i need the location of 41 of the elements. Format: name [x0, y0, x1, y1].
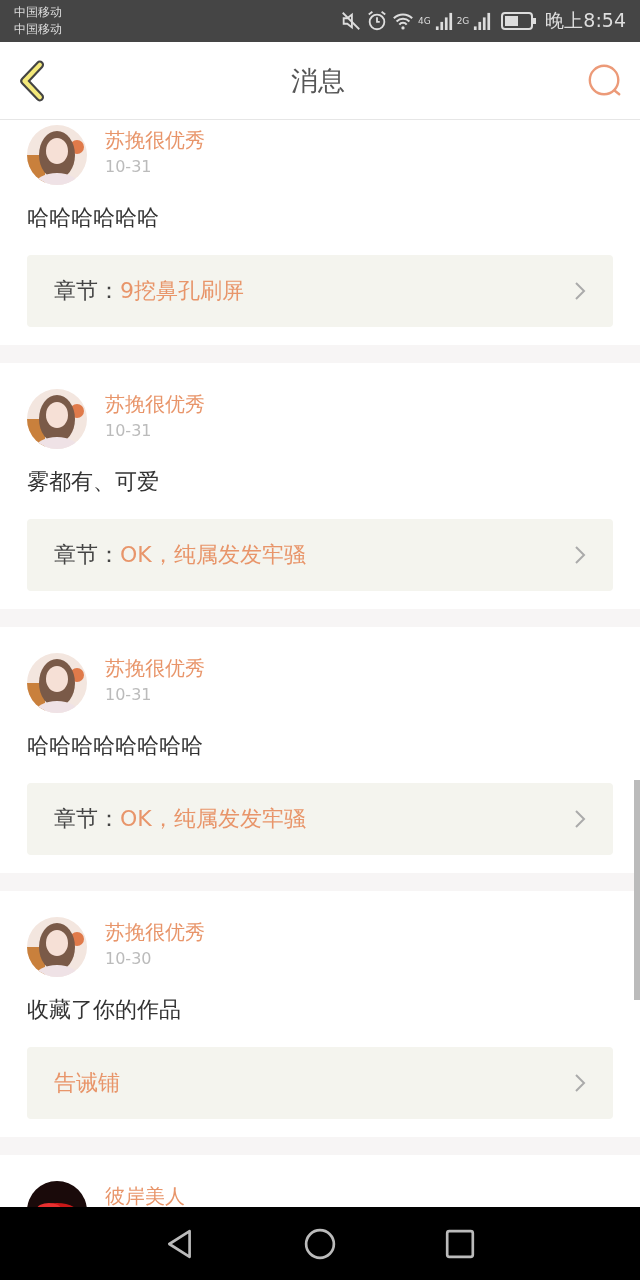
- carrier-name: 中国移动: [14, 21, 62, 38]
- user-name[interactable]: 苏挽很优秀: [105, 654, 205, 682]
- home-icon[interactable]: [304, 1227, 336, 1260]
- network-type: 4G: [417, 16, 431, 26]
- battery-icon: [501, 11, 538, 31]
- message-date: 10-31: [105, 156, 152, 178]
- chapter-link[interactable]: 章节：OK，纯属发发牢骚: [27, 519, 613, 591]
- recent-apps-icon[interactable]: [444, 1227, 476, 1260]
- message-text: 哈哈哈哈哈哈哈哈: [27, 732, 204, 760]
- chapter-link[interactable]: 章节：9挖鼻孔刷屏: [27, 255, 613, 327]
- message-text: 哈哈哈哈哈哈: [27, 204, 160, 232]
- link-title: 9挖鼻孔刷屏: [120, 277, 245, 305]
- mute-icon: [339, 10, 362, 32]
- user-name[interactable]: 彼岸美人: [105, 1182, 185, 1207]
- link-label: 章节：: [54, 805, 120, 833]
- network-type: 2G: [456, 16, 470, 26]
- link-label: 章节：: [54, 541, 120, 569]
- carrier-name: 中国移动: [14, 4, 62, 21]
- message-text: 雾都有、可爱: [27, 468, 160, 496]
- chapter-link[interactable]: 告诫铺: [27, 1047, 613, 1119]
- message-date: 10-31: [105, 684, 152, 706]
- signal-icon: [434, 11, 453, 31]
- chapter-link[interactable]: 章节：OK，纯属发发牢骚: [27, 783, 613, 855]
- clock-time: 晚上8:54: [545, 8, 626, 33]
- link-title: OK，纯属发发牢骚: [120, 541, 307, 569]
- link-title: OK，纯属发发牢骚: [120, 805, 307, 833]
- message-date: 10-30: [105, 948, 152, 970]
- chevron-icon: [574, 545, 586, 565]
- message-text: 收藏了你的作品: [27, 996, 182, 1024]
- signal-icon: [473, 11, 492, 31]
- wifi-icon: [391, 10, 414, 32]
- chevron-icon: [574, 281, 586, 301]
- user-name[interactable]: 苏挽很优秀: [105, 918, 205, 946]
- user-name[interactable]: 苏挽很优秀: [105, 126, 205, 154]
- message-date: 10-31: [105, 420, 152, 442]
- link-label: 章节：: [54, 277, 120, 305]
- chevron-icon: [574, 809, 586, 829]
- user-name[interactable]: 苏挽很优秀: [105, 390, 205, 418]
- link-title: 告诫铺: [54, 1069, 121, 1097]
- page-title: 消息: [291, 63, 345, 98]
- chevron-icon: [574, 1073, 586, 1093]
